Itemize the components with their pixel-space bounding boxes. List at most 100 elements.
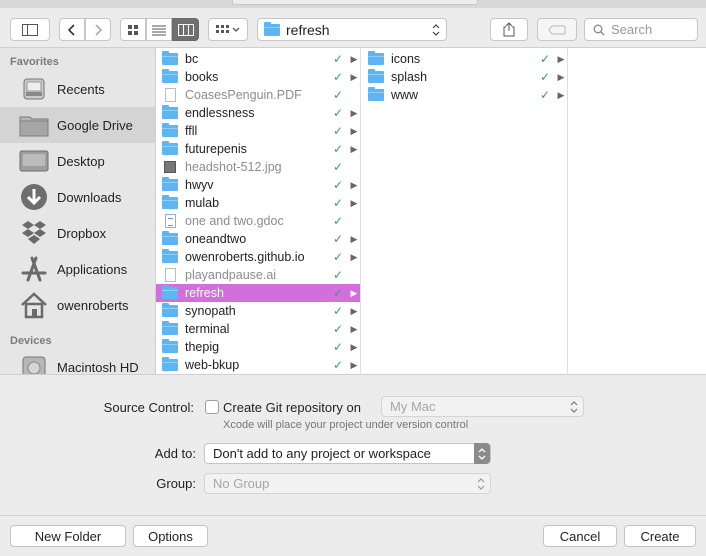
sync-check-icon: ✓: [332, 178, 344, 192]
sidebar-item-label: Desktop: [57, 153, 105, 169]
path-label: refresh: [286, 21, 330, 38]
share-button[interactable]: [490, 18, 528, 41]
sidebar-item-owenroberts[interactable]: owenroberts: [0, 287, 155, 323]
disclosure-arrow-icon: ▶: [350, 143, 358, 154]
save-dialog: refresh Search Favorites Recents Google …: [0, 0, 706, 556]
sync-check-icon: ✓: [332, 70, 344, 84]
cancel-button[interactable]: Cancel: [543, 525, 617, 547]
sync-check-icon: ✓: [332, 88, 344, 102]
git-location-popup[interactable]: My Mac: [381, 396, 584, 417]
list-view-button[interactable]: [146, 18, 172, 41]
item-name: web-bkup: [185, 358, 240, 372]
favorites-heading: Favorites: [10, 56, 59, 68]
sync-check-icon: ✓: [332, 124, 344, 138]
list-item[interactable]: playandpause.ai ✓: [156, 266, 360, 284]
list-item[interactable]: icons ✓ ▶: [361, 50, 567, 68]
folder-icon: [162, 105, 178, 119]
list-item[interactable]: ffll ✓ ▶: [156, 122, 360, 140]
disclosure-arrow-icon: ▶: [350, 179, 358, 190]
recents-icon: [19, 74, 49, 104]
create-git-label: Create Git repository on: [223, 400, 362, 415]
list-item[interactable]: books ✓ ▶: [156, 68, 360, 86]
search-field[interactable]: Search: [584, 18, 698, 41]
path-popup[interactable]: refresh: [257, 18, 447, 41]
item-name: www: [391, 88, 419, 102]
sidebar-item-recents[interactable]: Recents: [0, 71, 155, 107]
list-item[interactable]: bc ✓ ▶: [156, 50, 360, 68]
group-popup[interactable]: No Group: [204, 473, 491, 494]
tag-icon: [548, 25, 566, 34]
column-view-button[interactable]: [172, 18, 199, 41]
list-item[interactable]: synopath ✓ ▶: [156, 302, 360, 320]
disclosure-arrow-icon: ▶: [557, 71, 565, 82]
new-folder-button[interactable]: New Folder: [10, 525, 126, 547]
grid-icon: [128, 24, 138, 35]
list-item[interactable]: thepig ✓ ▶: [156, 338, 360, 356]
sidebar-item-dropbox[interactable]: Dropbox: [0, 215, 155, 251]
sidebar-item-desktop[interactable]: Desktop: [0, 143, 155, 179]
back-button[interactable]: [59, 18, 85, 41]
list-item[interactable]: headshot-512.jpg ✓: [156, 158, 360, 176]
arrange-button[interactable]: [208, 18, 248, 41]
icon-view-button[interactable]: [120, 18, 146, 41]
list-item[interactable]: endlessness ✓ ▶: [156, 104, 360, 122]
up-down-arrows-icon: [475, 476, 487, 491]
git-location-value: My Mac: [390, 399, 436, 414]
item-name: splash: [391, 70, 428, 84]
list-item[interactable]: oneandtwo ✓ ▶: [156, 230, 360, 248]
sync-check-icon: ✓: [332, 268, 344, 282]
folder-icon: [162, 177, 178, 191]
list-item[interactable]: one and two.gdoc ✓: [156, 212, 360, 230]
list-item[interactable]: www ✓ ▶: [361, 86, 567, 104]
sidebar-item-label: Macintosh HD: [57, 359, 139, 375]
sidebar-item-downloads[interactable]: Downloads: [0, 179, 155, 215]
sync-check-icon: ✓: [332, 106, 344, 120]
column-browser: bc ✓ ▶ books ✓ ▶ CoasesPenguin.PDF ✓ endlessness…: [156, 48, 706, 374]
share-icon: [503, 22, 515, 37]
forward-button[interactable]: [85, 18, 111, 41]
chevron-right-icon: [95, 23, 102, 36]
tags-button[interactable]: [537, 18, 577, 41]
disclosure-arrow-icon: ▶: [350, 323, 358, 334]
sync-check-icon: ✓: [332, 322, 344, 336]
folder-icon: [368, 69, 384, 83]
file-icon-wrap: [161, 357, 179, 372]
list-item[interactable]: web-bkup ✓ ▶: [156, 356, 360, 374]
sidebar-item-macintosh-hd[interactable]: Macintosh HD: [0, 349, 155, 375]
up-down-arrows-icon: [474, 443, 490, 464]
dropbox-icon: [19, 218, 49, 248]
columns-icon: [177, 23, 194, 36]
item-name: ffll: [185, 124, 198, 138]
list-item[interactable]: owenroberts.github.io ✓ ▶: [156, 248, 360, 266]
list-item[interactable]: splash ✓ ▶: [361, 68, 567, 86]
sidebar-item-applications[interactable]: Applications: [0, 251, 155, 287]
file-icon-wrap: [161, 88, 179, 102]
list-item[interactable]: terminal ✓ ▶: [156, 320, 360, 338]
search-placeholder: Search: [611, 22, 653, 37]
sidebar-item-google-drive[interactable]: Google Drive: [0, 107, 155, 143]
file-icon-wrap: [161, 160, 179, 174]
file-icon-wrap: [161, 249, 179, 264]
sync-check-icon: ✓: [332, 160, 344, 174]
item-name: one and two.gdoc: [185, 214, 284, 228]
list-item[interactable]: CoasesPenguin.PDF ✓: [156, 86, 360, 104]
list-item[interactable]: mulab ✓ ▶: [156, 194, 360, 212]
add-to-popup[interactable]: Don't add to any project or workspace: [204, 443, 491, 464]
disclosure-arrow-icon: ▶: [557, 53, 565, 64]
disclosure-arrow-icon: ▶: [350, 53, 358, 64]
disclosure-arrow-icon: ▶: [350, 359, 358, 370]
list-item[interactable]: hwyv ✓ ▶: [156, 176, 360, 194]
group-value: No Group: [213, 476, 270, 491]
create-git-checkbox[interactable]: [205, 400, 219, 414]
disclosure-arrow-icon: ▶: [350, 305, 358, 316]
list-item[interactable]: refresh ✓ ▶: [156, 284, 360, 302]
options-button[interactable]: Options: [133, 525, 208, 547]
sidebar-toggle-button[interactable]: [10, 18, 50, 41]
list-item[interactable]: futurepenis ✓ ▶: [156, 140, 360, 158]
file-icon-wrap: [161, 231, 179, 246]
sync-check-icon: ✓: [539, 52, 551, 66]
create-button[interactable]: Create: [624, 525, 696, 547]
devices-heading: Devices: [10, 335, 52, 347]
file-icon-wrap: [367, 87, 385, 102]
sync-check-icon: ✓: [332, 214, 344, 228]
